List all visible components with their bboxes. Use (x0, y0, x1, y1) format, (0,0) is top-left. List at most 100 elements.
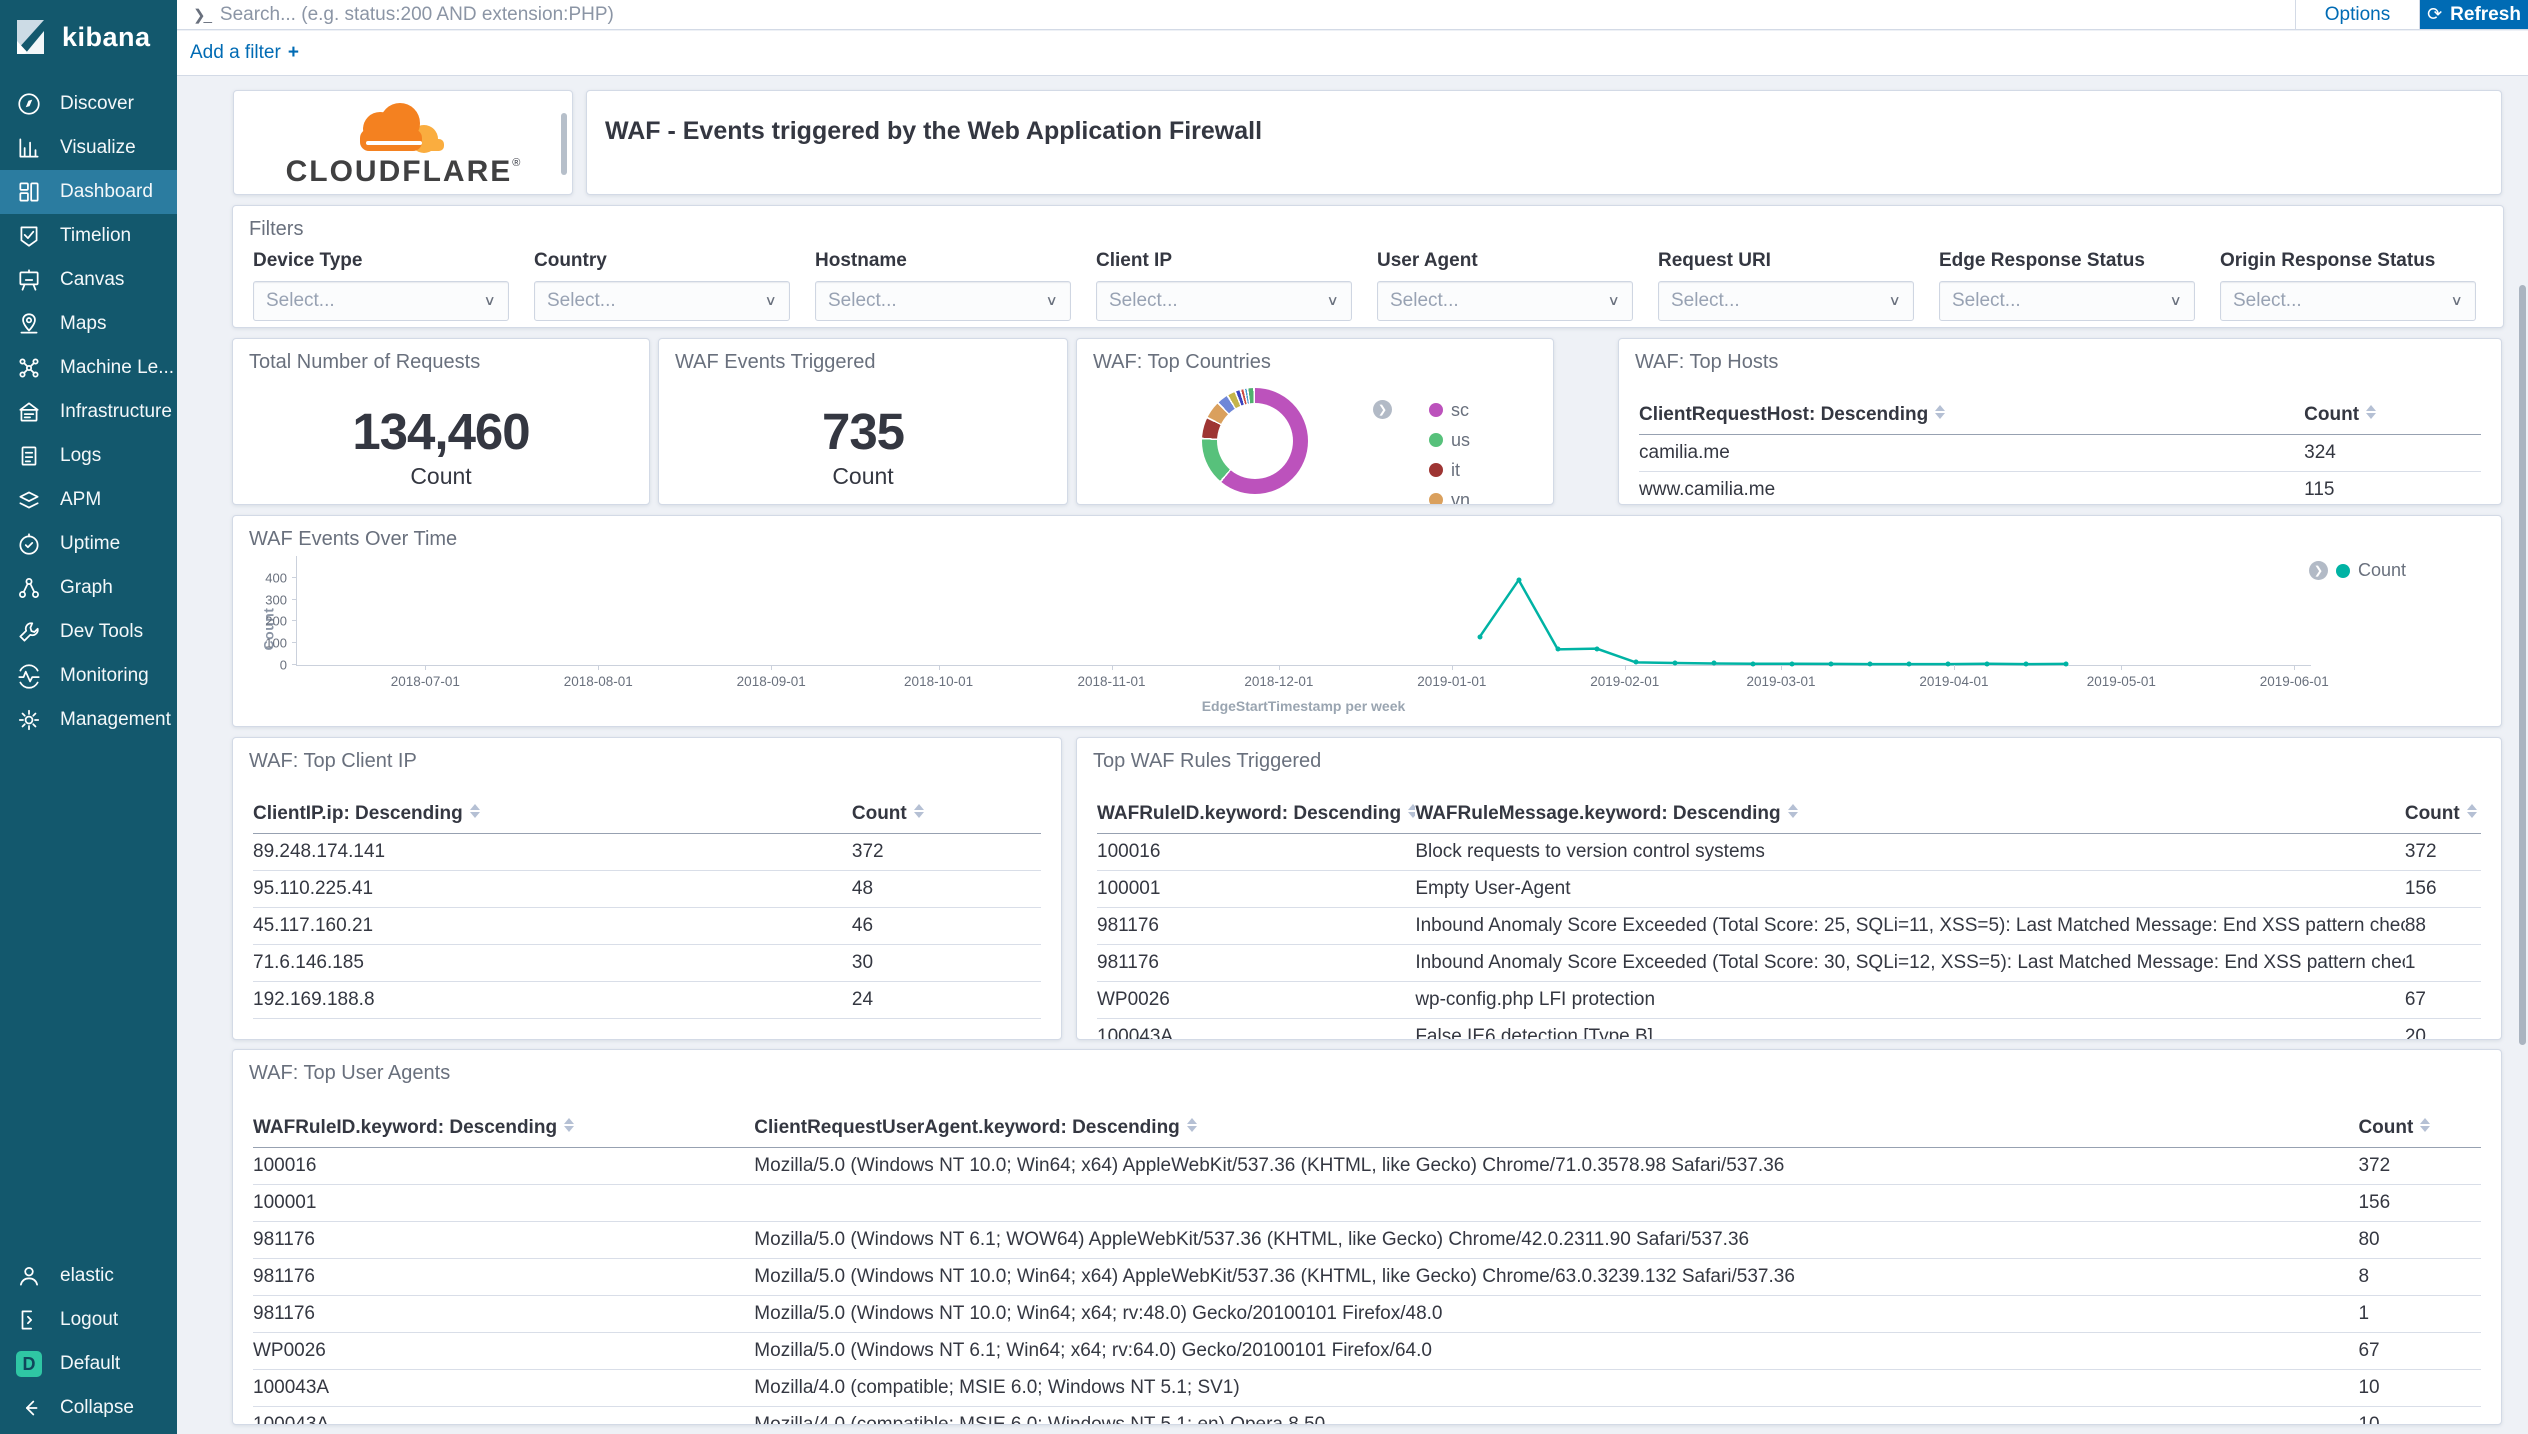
data-point[interactable] (2063, 661, 2068, 666)
column-header[interactable]: ClientRequestHost: Descending (1639, 395, 2304, 435)
data-point[interactable] (1985, 661, 1990, 666)
top-hosts-panel: WAF: Top Hosts ClientRequestHost: Descen… (1618, 338, 2502, 505)
sidebar-item-default-space[interactable]: D Default (0, 1342, 177, 1386)
legend-item[interactable]: sc (1429, 395, 1470, 425)
sidebar-item-elastic-user[interactable]: elastic (0, 1254, 177, 1298)
column-header[interactable]: WAFRuleID.keyword: Descending (253, 1108, 754, 1148)
legend-label: us (1451, 430, 1470, 451)
dashboard-title-panel: WAF - Events triggered by the Web Applic… (586, 90, 2502, 195)
sort-icon[interactable] (2420, 1118, 2430, 1132)
data-point[interactable] (1555, 647, 1560, 652)
sort-icon[interactable] (2366, 405, 2376, 419)
sidebar-item-label: Logs (60, 445, 101, 467)
filter-select[interactable]: Select... ∨ (1096, 281, 1352, 321)
data-point[interactable] (1907, 662, 1912, 667)
column-header[interactable]: Count (2358, 1108, 2481, 1148)
legend-item[interactable]: vn (1429, 485, 1470, 505)
data-point[interactable] (1751, 661, 1756, 666)
filter-select[interactable]: Select... ∨ (1939, 281, 2195, 321)
sort-icon[interactable] (1408, 804, 1415, 818)
sidebar-item-logout[interactable]: Logout (0, 1298, 177, 1342)
legend-label[interactable]: Count (2358, 560, 2406, 581)
line-chart-plot-area[interactable]: 2018-07-012018-08-012018-09-012018-10-01… (296, 556, 2311, 666)
column-header[interactable]: Count (2304, 395, 2481, 435)
sidebar-item-collapse[interactable]: Collapse (0, 1386, 177, 1430)
legend-item[interactable]: it (1429, 455, 1470, 485)
sidebar-item-logs[interactable]: Logs (0, 434, 177, 478)
sidebar-item-graph[interactable]: Graph (0, 566, 177, 610)
data-point[interactable] (1790, 661, 1795, 666)
add-filter-link[interactable]: Add a filter (190, 42, 281, 64)
top-countries-panel: WAF: Top Countries ❯ sc us (1076, 338, 1554, 505)
monitoring-icon (16, 663, 42, 689)
sidebar-item-apm[interactable]: APM (0, 478, 177, 522)
refresh-button[interactable]: ⟳ Refresh (2420, 0, 2528, 29)
column-header[interactable]: Count (852, 794, 1041, 834)
legend-expand-icon[interactable]: ❯ (2309, 561, 2328, 580)
sidebar-item-discover[interactable]: Discover (0, 82, 177, 126)
sort-icon[interactable] (1788, 804, 1798, 818)
table-cell: 372 (2358, 1148, 2481, 1185)
data-point[interactable] (1594, 646, 1599, 651)
panel-scrollbar[interactable] (561, 113, 567, 175)
sidebar-item-dev-tools[interactable]: Dev Tools (0, 610, 177, 654)
filter-select[interactable]: Select... ∨ (1377, 281, 1633, 321)
sidebar-item-label: Canvas (60, 269, 124, 291)
data-point[interactable] (1712, 661, 1717, 666)
waf-events-triggered-panel: WAF Events Triggered 735 Count (658, 338, 1068, 505)
data-point[interactable] (2024, 662, 2029, 667)
page-scrollbar[interactable] (2519, 285, 2526, 1045)
column-header[interactable]: ClientRequestUserAgent.keyword: Descendi… (754, 1108, 2358, 1148)
filter-select[interactable]: Select... ∨ (534, 281, 790, 321)
column-header[interactable]: WAFRuleMessage.keyword: Descending (1415, 794, 2405, 834)
countries-donut-chart[interactable] (1202, 388, 1308, 494)
sort-icon[interactable] (2467, 804, 2477, 818)
x-axis-tick-mark (1279, 665, 1280, 670)
sort-icon[interactable] (564, 1118, 574, 1132)
column-header[interactable]: ClientIP.ip: Descending (253, 794, 852, 834)
search-input[interactable]: ❯_ Search... (e.g. status:200 AND extens… (177, 0, 2296, 29)
sidebar-item-infrastructure[interactable]: Infrastructure (0, 390, 177, 434)
sidebar-item-maps[interactable]: Maps (0, 302, 177, 346)
column-header[interactable]: WAFRuleID.keyword: Descending (1097, 794, 1415, 834)
data-point[interactable] (1829, 661, 1834, 666)
legend-expand-icon[interactable]: ❯ (1373, 400, 1392, 419)
filter-select[interactable]: Select... ∨ (2220, 281, 2476, 321)
options-button[interactable]: Options (2296, 0, 2420, 29)
kibana-logo[interactable]: kibana (0, 0, 177, 74)
sidebar-item-management[interactable]: Management (0, 698, 177, 742)
sort-icon[interactable] (1935, 405, 1945, 419)
table-row: 100016Mozilla/5.0 (Windows NT 10.0; Win6… (253, 1148, 2481, 1185)
sort-icon[interactable] (1187, 1118, 1197, 1132)
data-point[interactable] (1516, 577, 1521, 582)
sort-icon[interactable] (914, 804, 924, 818)
column-header[interactable]: Count (2405, 794, 2481, 834)
sidebar-item-uptime[interactable]: Uptime (0, 522, 177, 566)
refresh-icon: ⟳ (2427, 4, 2442, 25)
table-cell: False IE6 detection [Type B] (1415, 1019, 2405, 1041)
sidebar-item-visualize[interactable]: Visualize (0, 126, 177, 170)
data-point[interactable] (1946, 662, 1951, 667)
sidebar-item-canvas[interactable]: Canvas (0, 258, 177, 302)
sidebar-item-dashboard[interactable]: Dashboard (0, 170, 177, 214)
data-point[interactable] (1633, 660, 1638, 665)
apm-icon (16, 487, 42, 513)
legend-item[interactable]: us (1429, 425, 1470, 455)
data-point[interactable] (1868, 662, 1873, 667)
default-space-badge: D (16, 1351, 42, 1377)
filter-field: User Agent Select... ∨ (1377, 250, 1633, 321)
filter-label: Device Type (253, 250, 509, 272)
cloudflare-logo: CLOUDFLARE® (234, 91, 572, 194)
sidebar-item-monitoring[interactable]: Monitoring (0, 654, 177, 698)
filter-select[interactable]: Select... ∨ (253, 281, 509, 321)
sidebar-item-machine-learning[interactable]: Machine Le... (0, 346, 177, 390)
filter-select[interactable]: Select... ∨ (1658, 281, 1914, 321)
data-point[interactable] (1673, 661, 1678, 666)
data-point[interactable] (1477, 634, 1482, 639)
sort-icon[interactable] (470, 804, 480, 818)
filter-field: Country Select... ∨ (534, 250, 790, 321)
sidebar-item-timelion[interactable]: Timelion (0, 214, 177, 258)
table-cell: Mozilla/5.0 (Windows NT 10.0; Win64; x64… (754, 1296, 2358, 1333)
filter-select[interactable]: Select... ∨ (815, 281, 1071, 321)
table-cell: 1 (2358, 1296, 2481, 1333)
